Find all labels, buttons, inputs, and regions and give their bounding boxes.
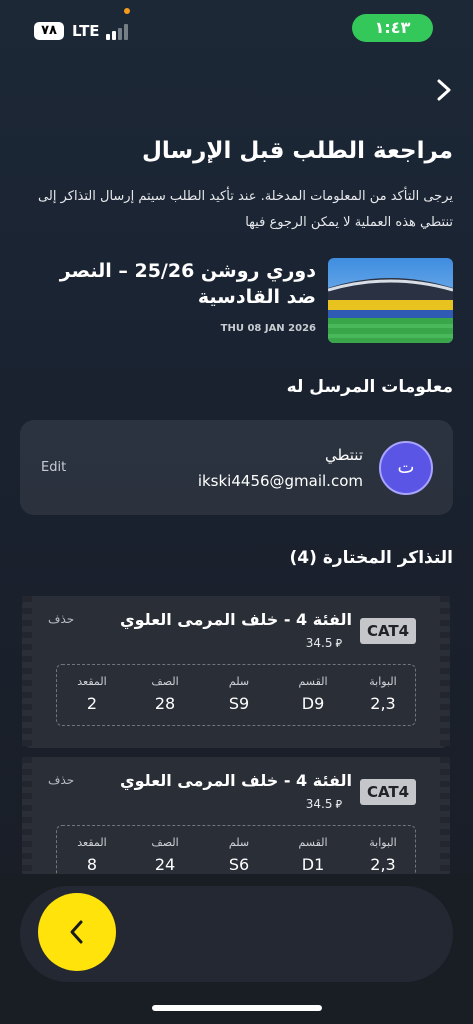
seat-col-seat: المقعد 2: [64, 675, 120, 713]
seat-label: المقعد: [77, 836, 107, 849]
section-value: D1: [301, 855, 325, 874]
stairs-label: سلم: [228, 836, 250, 849]
stairs-label: سلم: [228, 675, 250, 688]
seat-col-seat: المقعد 8: [64, 836, 120, 874]
stairs-value: S9: [228, 694, 250, 713]
seat-details: البوابة 2,3 القسم D9 سلم S9 الصف 28 المق…: [56, 664, 416, 726]
currency-icon: ⃁: [335, 798, 342, 811]
delete-ticket-button[interactable]: حذف: [48, 773, 74, 787]
seat-col-stairs: سلم S6: [211, 836, 267, 874]
sender-name: تنتطي: [324, 446, 363, 464]
section-label: القسم: [298, 675, 328, 688]
stadium-image: [328, 258, 453, 343]
row-value: 28: [154, 694, 176, 713]
gate-value: 2,3: [370, 855, 396, 874]
category-badge: CAT4: [360, 618, 416, 644]
seat-col-gate: البوابة 2,3: [355, 675, 411, 713]
ticket-edge: [440, 596, 450, 748]
match-date: THU 08 JAN 2026: [220, 323, 316, 334]
sender-card: ت تنتطي ikski4456@gmail.com Edit: [20, 420, 453, 515]
row-label: الصف: [151, 675, 179, 688]
ticket-edge: [22, 596, 32, 748]
battery-indicator: ٧٨: [34, 22, 64, 40]
chevron-right-icon[interactable]: [430, 76, 458, 104]
network-type: LTE: [72, 22, 100, 40]
page-description: يرجى التأكد من المعلومات المدخلة. عند تأ…: [38, 189, 453, 230]
gate-label: البوابة: [369, 675, 397, 688]
privacy-dot: [124, 8, 130, 14]
ticket-price: 34.5 ⃁: [222, 636, 342, 651]
seat-value: 8: [86, 855, 98, 874]
row-value: 24: [154, 855, 176, 874]
section-label: القسم: [298, 836, 328, 849]
seat-col-gate: البوابة 2,3: [355, 836, 411, 874]
sender-email: ikski4456@gmail.com: [197, 472, 363, 490]
page-title: مراجعة الطلب قبل الإرسال: [141, 138, 453, 164]
signal-icon: [106, 24, 130, 40]
stairs-value: S6: [228, 855, 250, 874]
sender-section-title: معلومات المرسل له: [286, 377, 453, 397]
gate-value: 2,3: [370, 694, 396, 713]
match-title: دوري روشن 25/26 – النصر ضد القادسية: [59, 260, 316, 308]
status-time: ١:٤٣: [352, 14, 433, 42]
section-value: D9: [301, 694, 325, 713]
ticket-price-value: 34.5: [305, 797, 333, 811]
seat-value: 2: [86, 694, 98, 713]
ticket-price-value: 34.5: [305, 636, 333, 650]
row-label: الصف: [151, 836, 179, 849]
seat-col-section: القسم D9: [285, 675, 341, 713]
seat-col-stairs: سلم S9: [211, 675, 267, 713]
back-button[interactable]: [38, 893, 116, 971]
edit-button[interactable]: Edit: [41, 460, 66, 475]
gate-label: البوابة: [369, 836, 397, 849]
chevron-left-icon: [70, 920, 83, 944]
home-indicator[interactable]: [152, 1005, 322, 1011]
seat-label: المقعد: [77, 675, 107, 688]
seat-col-row: الصف 24: [137, 836, 193, 874]
currency-icon: ⃁: [335, 637, 342, 650]
ticket-title: الفئة 4 - خلف المرمى العلوي: [119, 771, 352, 790]
category-badge: CAT4: [360, 779, 416, 805]
tickets-section-title: التذاكر المختارة (4): [289, 548, 454, 568]
seat-col-section: القسم D1: [285, 836, 341, 874]
seat-col-row: الصف 28: [137, 675, 193, 713]
ticket-title: الفئة 4 - خلف المرمى العلوي: [119, 610, 352, 629]
delete-ticket-button[interactable]: حذف: [48, 612, 74, 626]
ticket-price: 34.5 ⃁: [222, 797, 342, 812]
status-bar: ٧٨ LTE ١:٤٣: [0, 0, 473, 62]
ticket-card: الفئة 4 - خلف المرمى العلوي 34.5 ⃁ CAT4 ح…: [22, 596, 450, 748]
avatar: ت: [379, 441, 433, 495]
